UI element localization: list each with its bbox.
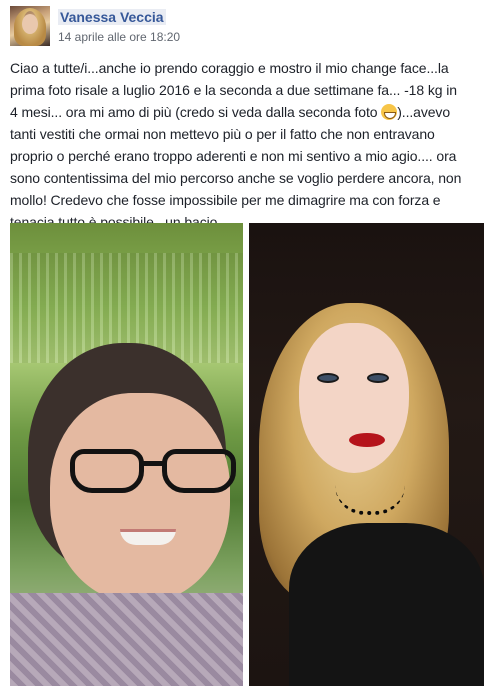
post-text-line: mollo! Credevo che fosse impossibile per… (10, 192, 441, 208)
photo-after[interactable] (249, 223, 484, 686)
author-name-link[interactable]: Vanessa Veccia (58, 9, 166, 25)
post-text-line: 4 mesi... ora mi amo di più (credo si ve… (10, 101, 494, 123)
post-text-line: tanti vestiti che ormai non mettevo più … (10, 126, 435, 142)
post-text-line: Ciao a tutte/i...anche io prendo coraggi… (10, 60, 449, 76)
avatar[interactable] (10, 6, 50, 46)
glasses-shape (70, 449, 240, 493)
photo-before[interactable] (10, 223, 243, 686)
post-text-line: sono contentissima del mio percorso anch… (10, 170, 462, 186)
post-text-segment: )...avevo (397, 104, 451, 120)
post-text-line: prima foto risale a luglio 2016 e la sec… (10, 82, 457, 98)
grinning-face-icon (381, 104, 398, 120)
post-text: Ciao a tutte/i...anche io prendo coraggi… (10, 57, 494, 233)
post-timestamp-link[interactable]: 14 aprile alle ore 18:20 (58, 30, 180, 44)
post-text-line: proprio o perché erano troppo aderenti e… (10, 148, 457, 164)
post-text-segment: 4 mesi... ora mi amo di più (credo si ve… (10, 104, 382, 120)
photo-grid (10, 223, 494, 686)
facebook-post: Vanessa Veccia 14 aprile alle ore 18:20 … (0, 0, 502, 686)
